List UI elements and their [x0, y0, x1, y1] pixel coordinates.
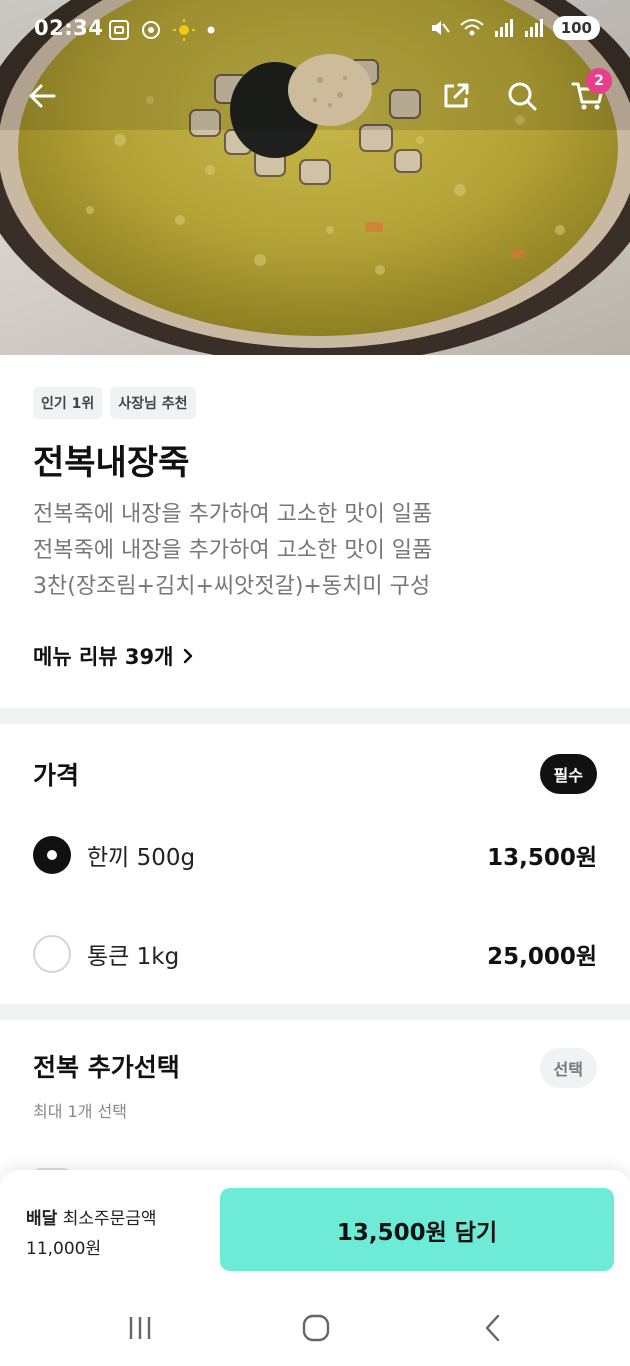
home-icon	[302, 1314, 330, 1342]
battery-level: 100	[552, 16, 600, 40]
share-icon	[444, 83, 469, 108]
cart-count-badge: 2	[586, 68, 612, 94]
status-icons-left	[108, 18, 216, 42]
option-label: 통큰 1kg	[87, 944, 180, 970]
radio-selected[interactable]	[33, 836, 71, 874]
chevron-left-icon	[485, 1314, 500, 1342]
tag-popular: 인기 1위	[33, 387, 103, 419]
menu-tags: 인기 1위 사장님 추천	[33, 387, 196, 419]
search-button[interactable]	[502, 76, 542, 116]
price-section: 가격 필수 한끼 500g 13,500원 통큰 1kg 25,000원	[0, 724, 630, 1006]
section-divider	[0, 708, 630, 724]
hotspot-icon	[142, 21, 160, 39]
menu-description: 전복죽에 내장을 추가하여 고소한 맛이 일품 전복죽에 내장을 추가하여 고소…	[33, 497, 432, 605]
home-button[interactable]	[296, 1312, 336, 1344]
screenshot-icon	[109, 20, 129, 40]
system-navigation-bar	[0, 1290, 630, 1366]
menu-review-link[interactable]: 메뉴 리뷰 39개	[33, 641, 195, 671]
wifi-icon	[460, 19, 484, 36]
section-divider	[0, 1004, 630, 1020]
add-to-cart-button[interactable]: 13,500원 담기	[220, 1188, 614, 1271]
sun-icon	[173, 19, 195, 41]
description-line: 전복죽에 내장을 추가하여 고소한 맛이 일품	[33, 502, 433, 527]
arrow-left-icon	[29, 84, 56, 108]
tag-owner-pick: 사장님 추천	[110, 387, 196, 419]
menu-info-section: 인기 1위 사장님 추천 전복내장죽 전복죽에 내장을 추가하여 고소한 맛이 …	[0, 355, 630, 708]
description-line: 전복죽에 내장을 추가하여 고소한 맛이 일품	[33, 538, 433, 563]
price-option-1kg[interactable]: 통큰 1kg 25,000원	[33, 929, 597, 979]
price-section-title: 가격	[33, 761, 80, 790]
min-order-value: 11,000원	[26, 1239, 102, 1259]
extra-section-subtitle: 최대 1개 선택	[33, 1102, 127, 1121]
option-price: 13,500원	[487, 845, 597, 871]
min-order-info: 배달 최소주문금액 11,000원	[26, 1204, 157, 1264]
extra-section-title: 전복 추가선택	[33, 1053, 180, 1082]
search-icon	[508, 82, 537, 111]
back-button[interactable]	[22, 76, 62, 116]
system-back-button[interactable]	[473, 1312, 513, 1344]
chevron-right-icon	[184, 648, 193, 664]
price-option-500g[interactable]: 한끼 500g 13,500원	[33, 830, 597, 880]
recent-apps-icon	[129, 1317, 151, 1339]
status-time: 02:34	[34, 16, 104, 40]
radio-unselected[interactable]	[33, 935, 71, 973]
recent-apps-button[interactable]	[120, 1312, 160, 1344]
optional-badge: 선택	[539, 1048, 597, 1088]
menu-title: 전복내장죽	[33, 443, 190, 483]
required-badge: 필수	[539, 754, 597, 794]
status-bar: 02:34 100	[0, 0, 630, 60]
notification-dot-icon	[207, 26, 215, 34]
abalone-extra-section: 전복 추가선택 선택 최대 1개 선택	[0, 1020, 630, 1188]
review-link-label: 메뉴 리뷰 39개	[33, 645, 174, 669]
signal-icon-2	[524, 19, 543, 37]
order-bar: 배달 최소주문금액 11,000원 13,500원 담기	[0, 1170, 630, 1290]
min-order-label: 최소주문금액	[62, 1209, 157, 1229]
share-button[interactable]	[436, 76, 476, 116]
option-label: 한끼 500g	[87, 845, 196, 871]
delivery-label: 배달	[26, 1209, 58, 1229]
signal-icon	[494, 19, 513, 37]
cart-button[interactable]: 2	[568, 68, 612, 116]
mute-icon	[431, 21, 450, 35]
add-to-cart-label: 13,500원 담기	[336, 1219, 498, 1246]
description-line: 3찬(장조림+김치+씨앗젓갈)+동치미 구성	[33, 574, 431, 599]
option-price: 25,000원	[487, 944, 597, 970]
status-icons-right: 100	[429, 16, 600, 40]
